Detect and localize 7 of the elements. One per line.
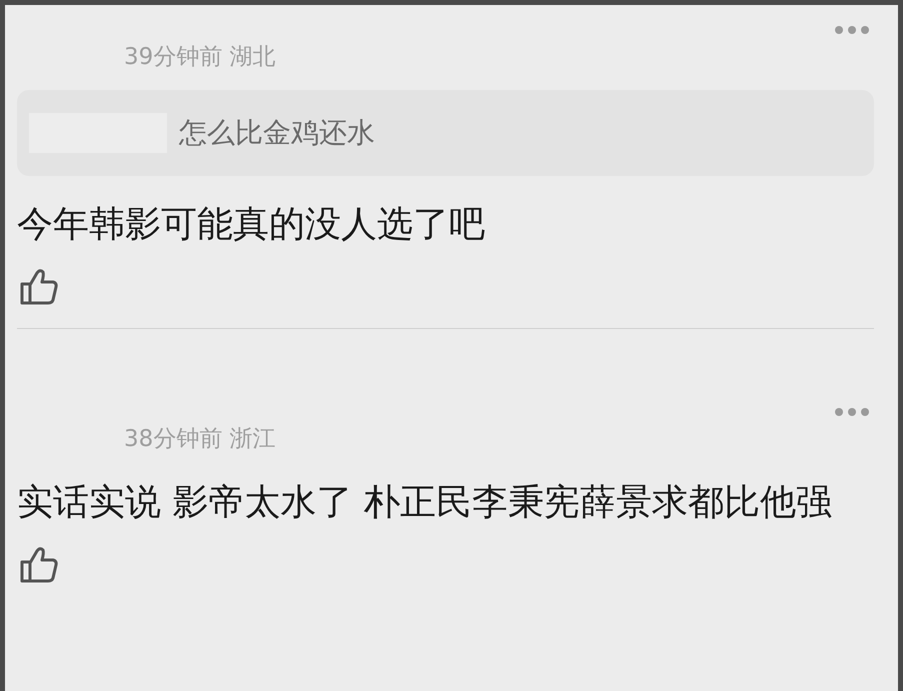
quoted-text: 怎么比金鸡还水 — [179, 115, 375, 151]
comment-meta: 38分钟前 浙江 — [124, 425, 276, 454]
thumbs-up-icon[interactable] — [19, 546, 59, 584]
thumbs-up-icon[interactable] — [19, 268, 59, 306]
comment-text: 今年韩影可能真的没人选了吧 — [17, 203, 486, 247]
comment-text: 实话实说 影帝太水了 朴正民李秉宪薛景求都比他强 — [17, 481, 833, 525]
comment-meta: 39分钟前 湖北 — [124, 43, 276, 72]
